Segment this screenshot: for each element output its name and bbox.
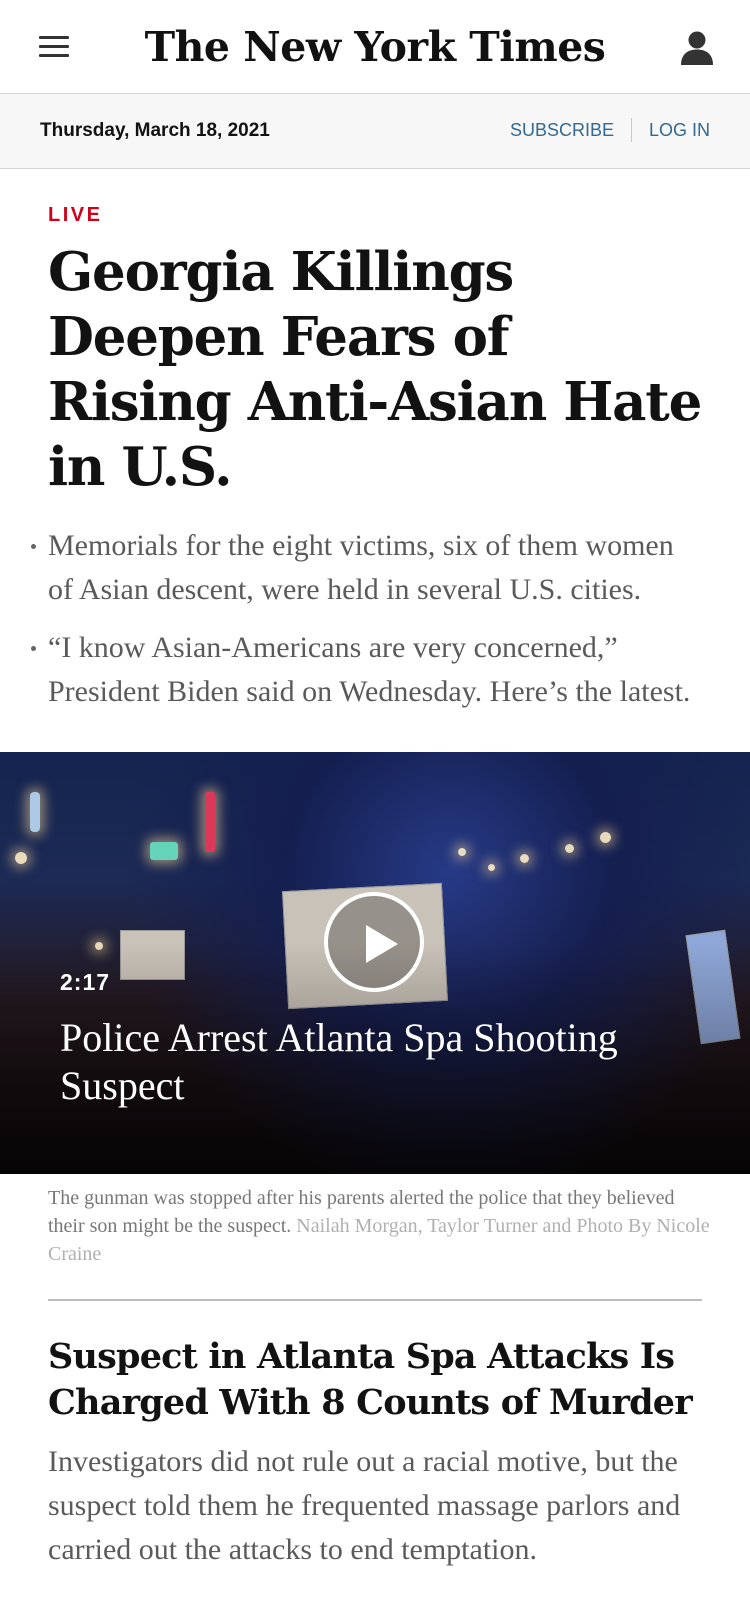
- play-icon[interactable]: [324, 892, 424, 992]
- current-date: Thursday, March 18, 2021: [40, 120, 270, 141]
- lead-story: LIVE Georgia Killings Deepen Fears of Ri…: [0, 204, 750, 714]
- auth-links: SUBSCRIBE LOG IN: [510, 118, 710, 142]
- live-label: LIVE: [48, 204, 103, 226]
- section-divider: [48, 1299, 702, 1301]
- masthead: The New York Times: [0, 0, 750, 94]
- secondary-headline[interactable]: Suspect in Atlanta Spa Attacks Is Charge…: [48, 1334, 710, 1426]
- summary-item: Memorials for the eight victims, six of …: [31, 524, 702, 612]
- user-account-icon[interactable]: [680, 30, 714, 66]
- login-link[interactable]: LOG IN: [649, 120, 710, 141]
- lead-summary-list: Memorials for the eight victims, six of …: [31, 524, 702, 714]
- secondary-story[interactable]: Suspect in Atlanta Spa Attacks Is Charge…: [48, 1334, 710, 1572]
- summary-item: “I know Asian-Americans are very concern…: [31, 626, 702, 714]
- date-bar: Thursday, March 18, 2021 SUBSCRIBE LOG I…: [0, 94, 750, 169]
- page: The New York Times Thursday, March 18, 2…: [0, 0, 750, 1600]
- video-duration: 2:17: [60, 969, 111, 995]
- secondary-summary: Investigators did not rule out a racial …: [48, 1445, 681, 1566]
- lead-headline[interactable]: Georgia Killings Deepen Fears of Rising …: [48, 240, 702, 500]
- subscribe-link[interactable]: SUBSCRIBE: [510, 120, 614, 141]
- video-caption: The gunman was stopped after his parents…: [48, 1184, 710, 1268]
- video-player[interactable]: 2:17 Police Arrest Atlanta Spa Shooting …: [0, 752, 750, 1174]
- auth-divider: [630, 118, 632, 142]
- video-title[interactable]: Police Arrest Atlanta Spa Shooting Suspe…: [60, 1014, 700, 1110]
- nyt-logo[interactable]: The New York Times: [0, 22, 750, 72]
